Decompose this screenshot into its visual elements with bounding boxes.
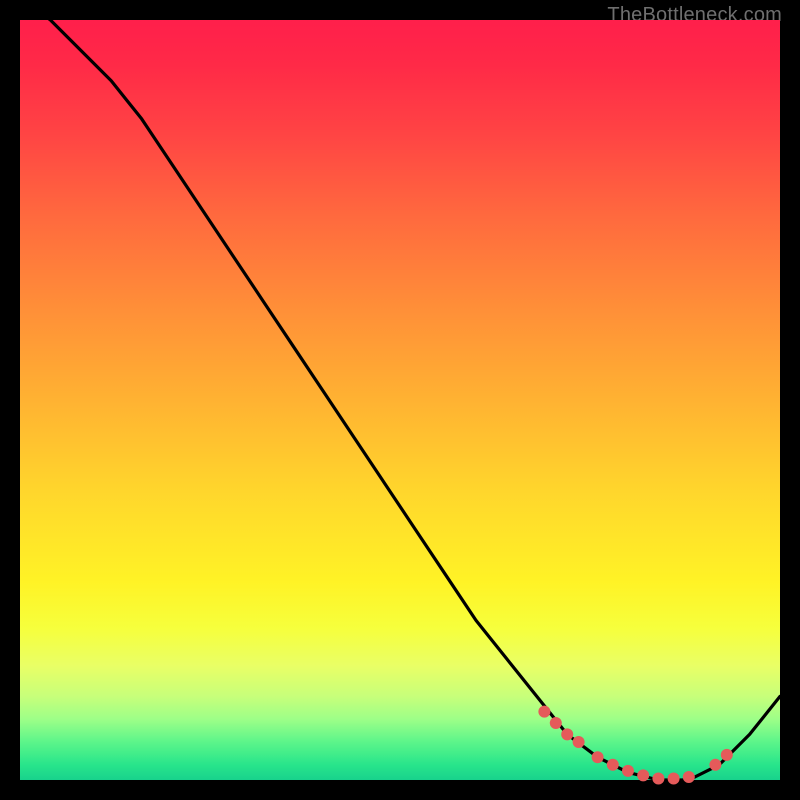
plot-area [20,20,780,780]
highlight-dot [561,728,573,740]
highlight-dot [652,773,664,785]
highlight-dot [668,773,680,785]
highlight-dot [538,706,550,718]
highlight-dot [637,769,649,781]
highlight-dot [683,771,695,783]
highlight-dot [592,751,604,763]
highlight-dot [721,749,733,761]
highlight-dot [607,759,619,771]
highlight-dot [622,765,634,777]
bottleneck-curve [20,0,780,780]
highlight-dot [550,717,562,729]
highlight-dot [709,759,721,771]
highlight-dot [573,736,585,748]
curve-layer [20,20,780,780]
chart-frame: TheBottleneck.com [0,0,800,800]
